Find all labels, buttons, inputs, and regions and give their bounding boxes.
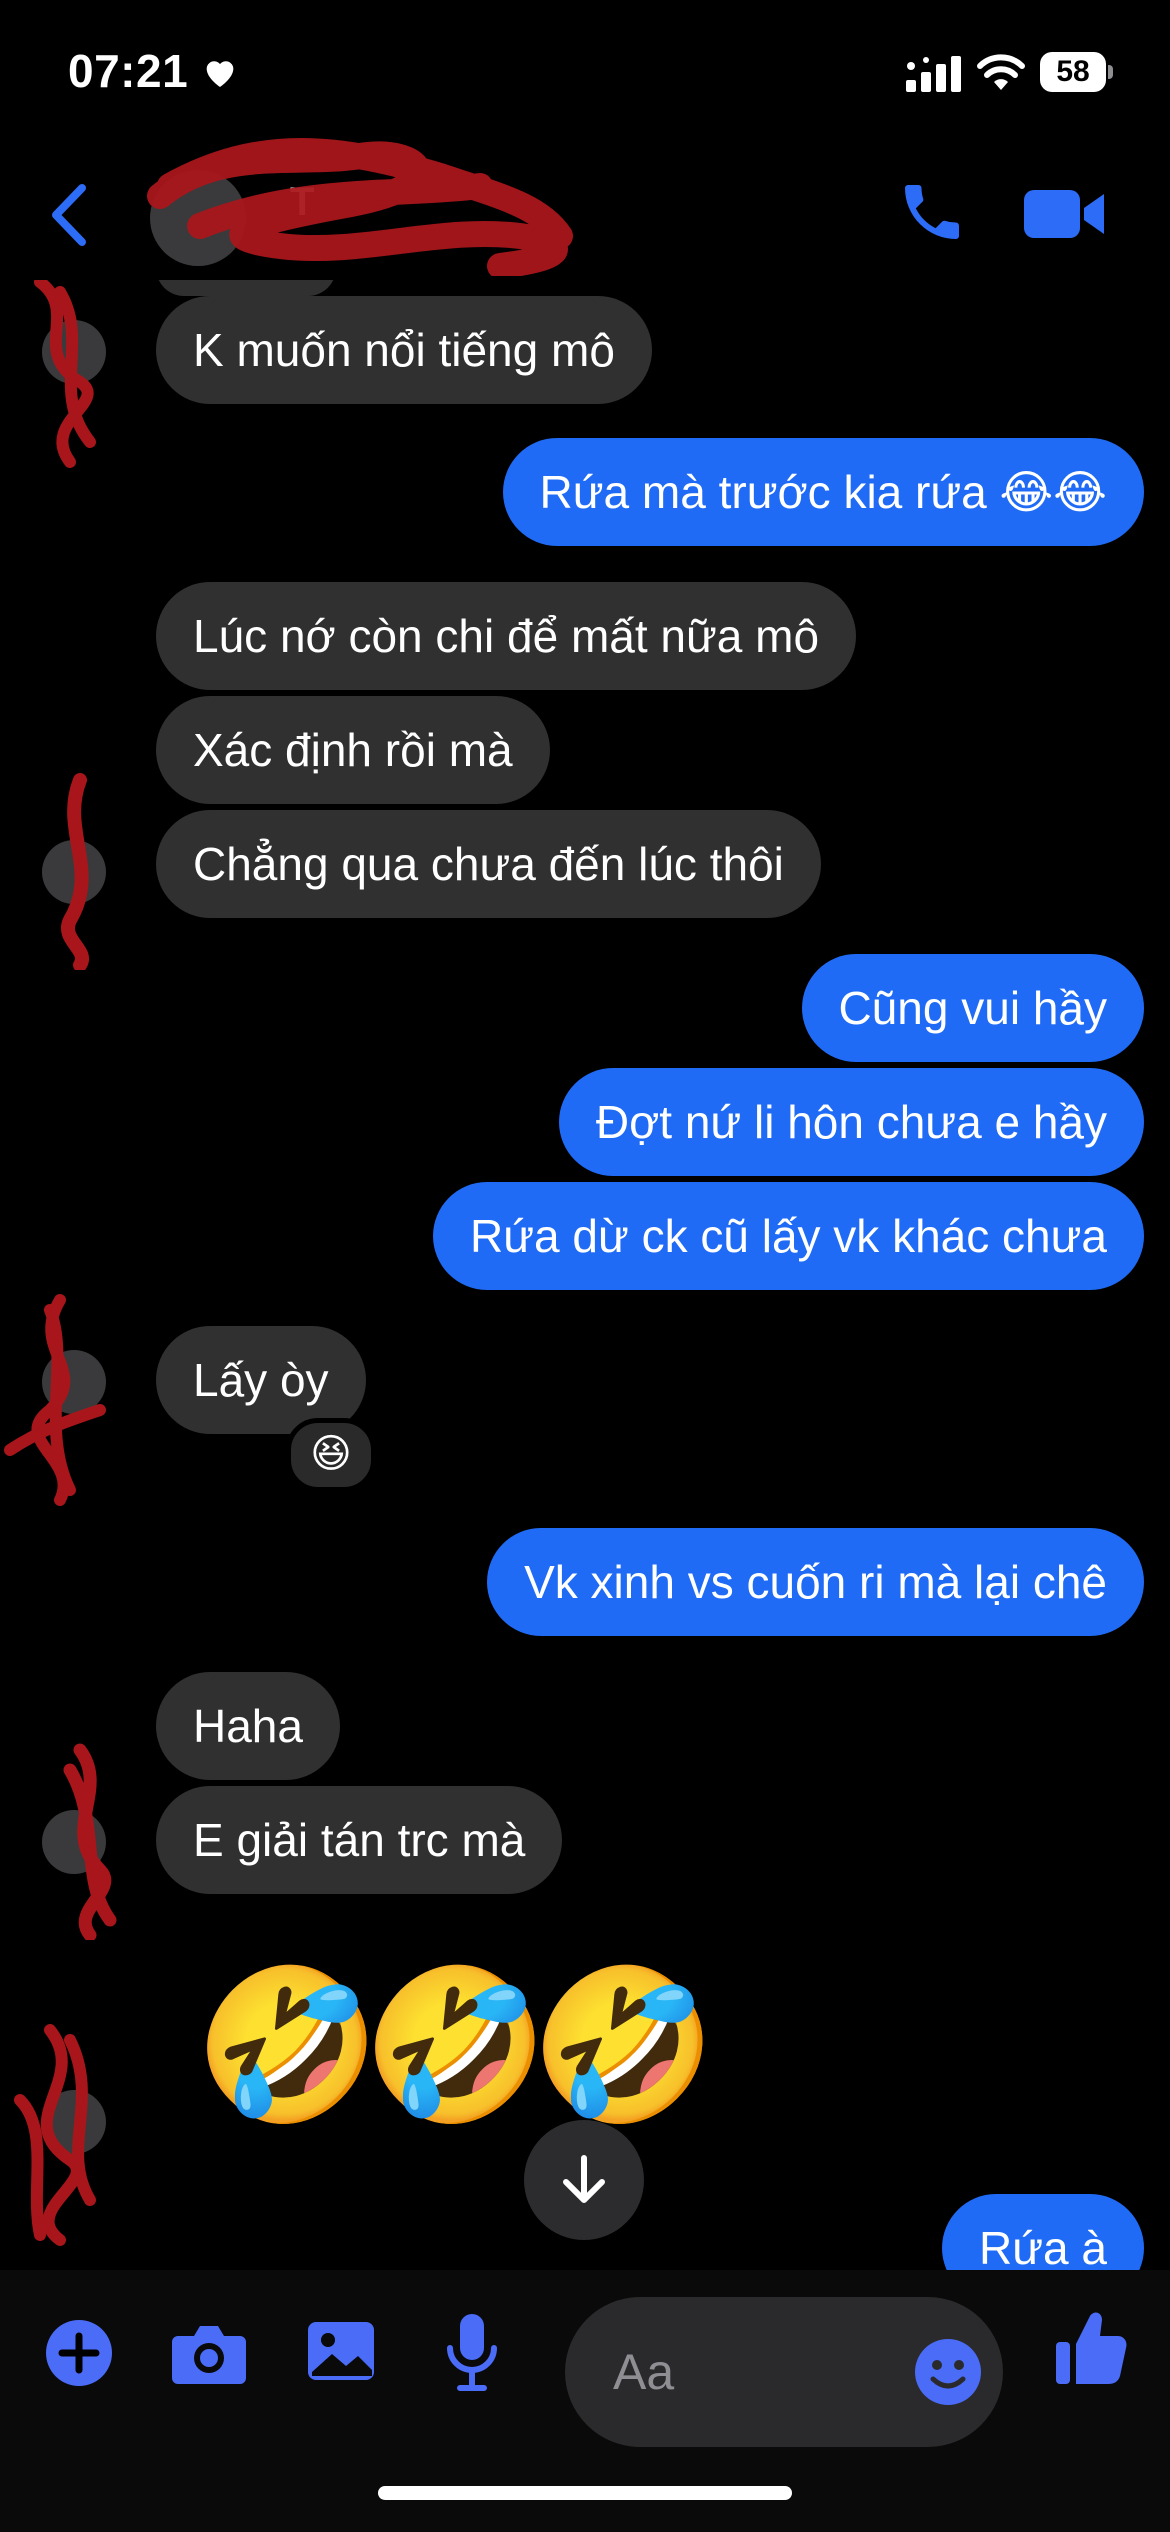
status-bar: 07:21 58: [0, 0, 1170, 150]
message-input-placeholder: Aa: [613, 2344, 675, 2400]
reaction-badge[interactable]: 😆: [286, 1418, 376, 1492]
smiley-icon[interactable]: [913, 2337, 983, 2407]
thumbs-up-icon[interactable]: [1054, 2308, 1128, 2388]
contact-avatar[interactable]: [150, 170, 246, 266]
message-input[interactable]: Aa: [565, 2297, 1003, 2447]
battery-indicator: 58: [1040, 52, 1114, 92]
message-bubble-incoming[interactable]: Xác định rồi mà: [156, 696, 550, 804]
heart-icon: [206, 61, 234, 87]
conversation-header: T: [0, 138, 1170, 280]
emoji-message[interactable]: 🤣: [362, 1960, 549, 2130]
message-bubble-incoming[interactable]: Lúc nớ còn chi để mất nữa mô: [156, 582, 857, 690]
battery-level: 58: [1040, 52, 1106, 92]
contact-name[interactable]: T: [290, 180, 590, 242]
message-bubble-outgoing[interactable]: Rứa à: [942, 2194, 1144, 2270]
signal-icon: [906, 56, 961, 92]
message-bubble-outgoing[interactable]: Đợt nứ li hôn chưa e hầy: [558, 1068, 1144, 1176]
plus-circle-icon[interactable]: [44, 2318, 114, 2388]
emoji-message[interactable]: 🤣: [194, 1960, 381, 2130]
photo-icon[interactable]: [306, 2316, 376, 2386]
sender-avatar[interactable]: [42, 1810, 106, 1874]
message-bubble-incoming[interactable]: Haha: [156, 1672, 340, 1780]
emoji-message[interactable]: 🤣: [530, 1960, 717, 2130]
message-bubble-incoming[interactable]: Chẳng qua chưa đến lúc thôi: [156, 810, 821, 918]
sender-avatar[interactable]: [42, 840, 106, 904]
home-indicator[interactable]: [378, 2486, 792, 2500]
arrow-down-icon: [563, 2155, 605, 2203]
status-time: 07:21: [68, 45, 189, 97]
camera-icon[interactable]: [170, 2318, 248, 2388]
message-bubble-outgoing[interactable]: Vk xinh vs cuốn ri mà lại chê: [487, 1528, 1144, 1636]
message-bubble-partial: [156, 280, 336, 296]
message-bubble-outgoing[interactable]: Cũng vui hầy: [801, 954, 1144, 1062]
message-bubble-incoming[interactable]: E giải tán trc mà: [156, 1786, 563, 1894]
sender-avatar[interactable]: [42, 320, 106, 384]
message-bubble-outgoing[interactable]: Rứa mà trước kia rứa 😂😂: [502, 438, 1144, 546]
message-bubble-outgoing[interactable]: Rứa dừ ck cũ lấy vk khác chưa: [433, 1182, 1144, 1290]
wifi-icon: [977, 54, 1025, 90]
microphone-icon[interactable]: [444, 2312, 500, 2392]
message-thread[interactable]: K muốn nổi tiếng mô Rứa mà trước kia rứa…: [0, 280, 1170, 2270]
phone-icon[interactable]: [896, 176, 968, 248]
sender-avatar[interactable]: [42, 2090, 106, 2154]
sender-avatar[interactable]: [42, 1350, 106, 1414]
chevron-left-icon[interactable]: [46, 180, 94, 250]
message-bubble-incoming[interactable]: K muốn nổi tiếng mô: [156, 296, 652, 404]
scroll-to-bottom-button[interactable]: [524, 2120, 644, 2240]
battery-cap: [1108, 65, 1113, 79]
video-camera-icon[interactable]: [1024, 182, 1108, 246]
